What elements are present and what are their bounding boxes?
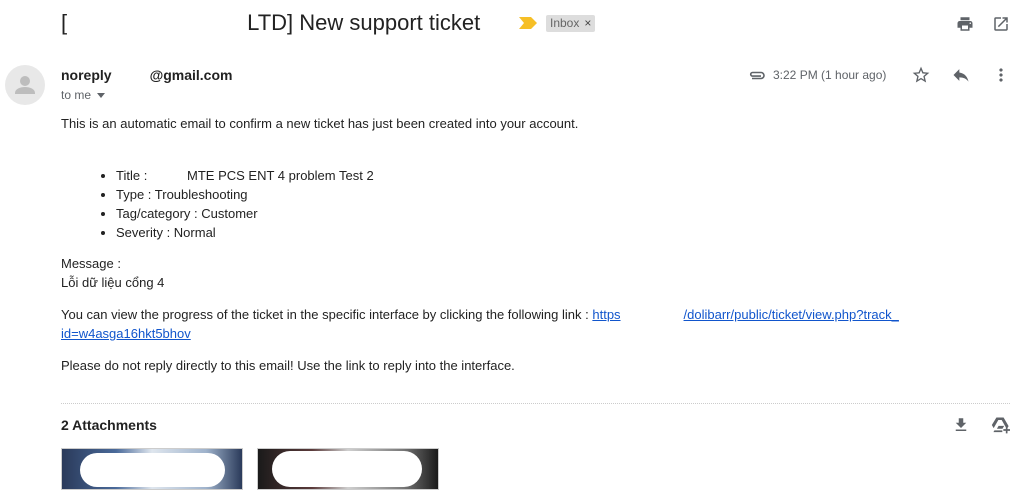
list-item: Type : Troubleshooting [116, 185, 374, 204]
ticket-link-part-1[interactable]: https [592, 307, 620, 322]
progress-text-label: You can view the progress of the ticket … [61, 307, 593, 322]
star-icon [912, 66, 930, 83]
reply-icon [953, 69, 969, 82]
message-label: Message : [61, 256, 121, 271]
subject-suffix: LTD] New support ticket [247, 10, 481, 35]
attachment-thumbnail-2[interactable] [257, 448, 439, 490]
open-in-new-window-icon [994, 17, 1008, 31]
intro-text: This is an automatic email to confirm a … [61, 116, 579, 131]
remove-label-button[interactable]: × [584, 16, 591, 30]
attachment-thumbnail-1[interactable] [61, 448, 243, 490]
open-in-new-window-button[interactable] [989, 12, 1013, 36]
add-to-drive-icon [991, 417, 1010, 434]
paperclip-icon [749, 71, 765, 80]
add-to-drive-button[interactable] [988, 413, 1012, 437]
more-options-button[interactable] [989, 63, 1013, 87]
sender-domain: @gmail.com [149, 67, 233, 83]
list-item: Title : MTE PCS ENT 4 problem Test 2 [116, 166, 374, 185]
sender-avatar [5, 65, 45, 105]
sender-email[interactable]: noreply @gmail.com [61, 67, 232, 83]
download-all-button[interactable] [949, 413, 973, 437]
inbox-label: Inbox × [546, 15, 596, 32]
email-timestamp: 3:22 PM (1 hour ago) [773, 68, 887, 82]
more-vertical-icon [999, 68, 1003, 82]
list-item: Tag/category : Customer [116, 204, 374, 223]
ticket-link-part-3[interactable]: id=w4asga16hkt5bhov [61, 326, 191, 341]
ticket-link-part-2[interactable]: /dolibarr/public/ticket/view.php?track_ [684, 307, 899, 322]
recipient-details[interactable]: to me [61, 88, 106, 102]
print-button[interactable] [953, 12, 977, 36]
recipient-text: to me [61, 88, 92, 102]
inbox-label-text: Inbox [550, 16, 580, 30]
attachments-title: 2 Attachments [61, 417, 157, 433]
download-icon [955, 418, 967, 431]
chevron-down-icon [97, 93, 106, 99]
message-text: Lỗi dữ liệu cổng 4 [61, 275, 165, 290]
sender-local-part: noreply [61, 67, 112, 83]
reply-button[interactable] [949, 63, 973, 87]
print-icon [957, 17, 973, 31]
attachments-divider [61, 403, 1010, 404]
ticket-link-continued: id=w4asga16hkt5bhov [61, 326, 191, 341]
default-avatar-icon [15, 76, 35, 94]
subject-prefix: [ [61, 10, 68, 35]
email-subject: [ LTD] New support ticket [61, 10, 480, 36]
ticket-fields-list: Title : MTE PCS ENT 4 problem Test 2 Typ… [98, 166, 374, 242]
importance-marker-icon[interactable] [519, 17, 537, 29]
star-button[interactable] [909, 63, 933, 87]
list-item: Severity : Normal [116, 223, 374, 242]
progress-text: You can view the progress of the ticket … [61, 307, 899, 322]
footer-note: Please do not reply directly to this ema… [61, 358, 515, 373]
